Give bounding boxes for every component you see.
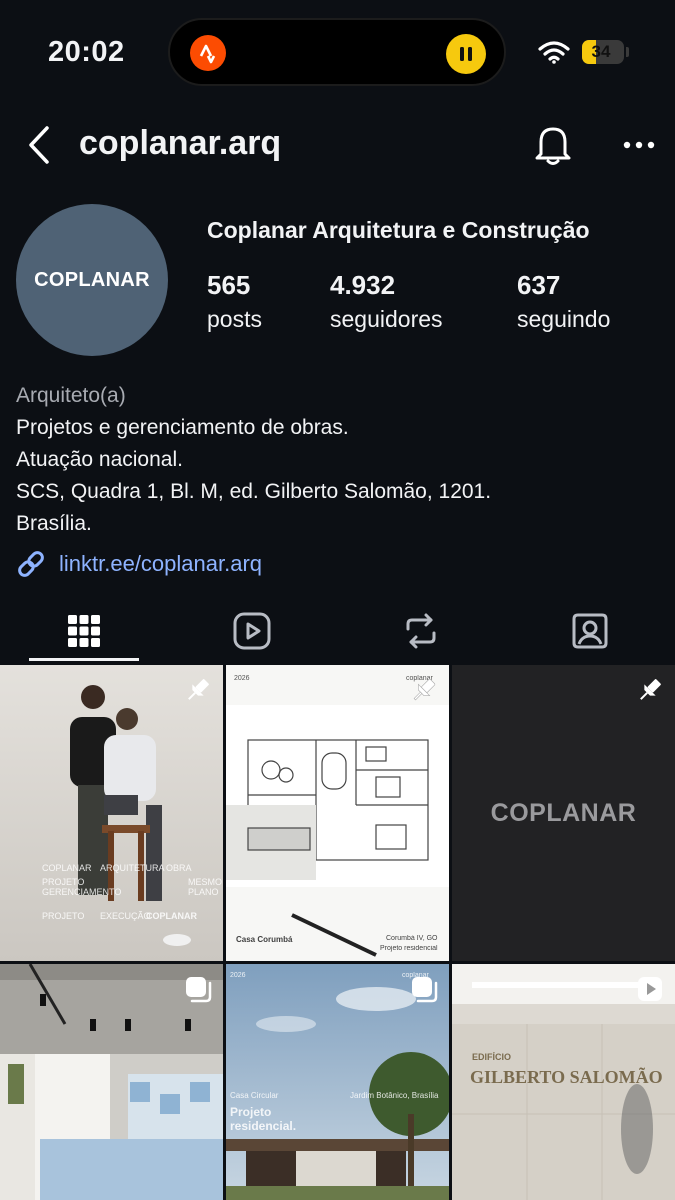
post-tile[interactable]: COPLANAR ARQUITETURA OBRA PROJETO GERENC… (0, 665, 223, 961)
bio: Arquiteto(a) Projetos e gerenciamento de… (16, 380, 491, 540)
pin-icon (409, 675, 439, 710)
carousel-icon (183, 974, 213, 1009)
posts-grid: COPLANAR ARQUITETURA OBRA PROJETO GERENC… (0, 665, 675, 1200)
grid-icon (68, 615, 100, 647)
dynamic-island[interactable] (168, 18, 506, 86)
post-overlay-text: OBRA (166, 863, 192, 873)
post-overlay-text: GILBERTO SALOMÃO (470, 1067, 663, 1087)
tab-reels[interactable] (197, 600, 307, 662)
post-tile[interactable] (0, 964, 223, 1200)
bio-line: SCS, Quadra 1, Bl. M, ed. Gilberto Salom… (16, 480, 492, 503)
post-overlay-text: PROJETO (42, 877, 85, 887)
pin-icon (183, 675, 213, 710)
strava-icon (190, 35, 226, 71)
post-overlay-text: COPLANAR (42, 863, 92, 873)
post-overlay-text: Casa Circular (230, 1091, 279, 1100)
avatar[interactable]: COPLANAR (16, 204, 168, 356)
stat-label: seguindo (517, 306, 611, 332)
post-overlay-text: COPLANAR (146, 911, 197, 921)
active-tab-indicator (29, 658, 139, 661)
display-name: Coplanar Arquitetura e Construção (207, 217, 590, 243)
battery-level: 34 (591, 42, 611, 61)
post-overlay-text: 2026 (234, 675, 250, 682)
link-icon (18, 551, 44, 577)
back-button[interactable] (18, 120, 58, 170)
more-options-button[interactable] (614, 125, 664, 165)
bell-icon (535, 127, 571, 165)
stat-following[interactable]: 637 seguindo (517, 270, 610, 333)
tab-tagged[interactable] (535, 600, 645, 662)
battery-indicator: 34 (582, 40, 624, 64)
stat-label: seguidores (330, 306, 443, 332)
post-tile[interactable]: COPLANAR (452, 665, 675, 961)
stat-value: 565 (207, 270, 251, 300)
carousel-icon (409, 974, 439, 1009)
post-overlay-text: Corumbá IV, GO (386, 935, 438, 942)
post-logo-text: COPLANAR (490, 798, 637, 827)
stat-posts[interactable]: 565 posts (207, 270, 262, 333)
pin-icon (635, 675, 665, 710)
pause-icon[interactable] (446, 34, 486, 74)
stat-value: 637 (517, 270, 561, 300)
bio-line: Atuação nacional. (16, 448, 183, 471)
bio-link[interactable]: linktr.ee/coplanar.arq (15, 548, 262, 580)
stat-followers[interactable]: 4.932 seguidores (330, 270, 443, 333)
notifications-button[interactable] (530, 120, 576, 170)
post-overlay-text: Casa Corumbá (236, 935, 293, 944)
more-icon (623, 141, 655, 149)
profile-tabs (0, 600, 675, 662)
tab-posts-grid[interactable] (29, 600, 139, 662)
avatar-logo-text: COPLANAR (34, 268, 150, 291)
post-overlay-text: PROJETO (42, 911, 85, 921)
bio-link-text[interactable]: linktr.ee/coplanar.arq (59, 551, 262, 577)
bio-line: Projetos e gerenciamento de obras. (16, 416, 349, 439)
post-tile[interactable]: EDIFÍCIO GILBERTO SALOMÃO (452, 964, 675, 1200)
back-arrow-icon (29, 126, 49, 164)
post-tile[interactable]: 2026 coplanar Casa Corumbá Corumbá IV, G… (226, 665, 449, 961)
post-overlay-text: ARQUITETURA (100, 863, 165, 873)
post-overlay-text: Projeto (230, 1105, 272, 1119)
post-overlay-text: Jardim Botânico, Brasília (350, 1091, 439, 1100)
post-overlay-text: 2026 (230, 972, 246, 979)
post-overlay-text: residencial. (230, 1119, 297, 1133)
post-overlay-text: MESMO PLANO (188, 877, 223, 897)
tagged-icon (572, 613, 608, 649)
post-overlay-text: EDIFÍCIO (472, 1052, 512, 1062)
post-tile[interactable]: 2026 coplanar Casa Circular Jardim Botân… (226, 964, 449, 1200)
stat-value: 4.932 (330, 270, 396, 300)
bio-line: Brasília. (16, 512, 92, 535)
post-overlay-text: Projeto residencial (380, 945, 438, 952)
post-overlay-text: EXECUÇÃO (100, 911, 151, 921)
reposts-icon (406, 613, 436, 649)
reel-icon (635, 974, 665, 1009)
wifi-icon (538, 40, 570, 69)
profile-username: coplanar.arq (79, 124, 282, 162)
clock: 20:02 (48, 36, 125, 68)
reels-icon (233, 612, 271, 650)
stat-label: posts (207, 306, 262, 332)
tab-reposts[interactable] (366, 600, 476, 662)
status-bar: 20:02 34 (0, 0, 675, 100)
post-overlay-text: GERENCIAMENTO (42, 887, 122, 897)
bio-category: Arquiteto(a) (16, 384, 126, 407)
